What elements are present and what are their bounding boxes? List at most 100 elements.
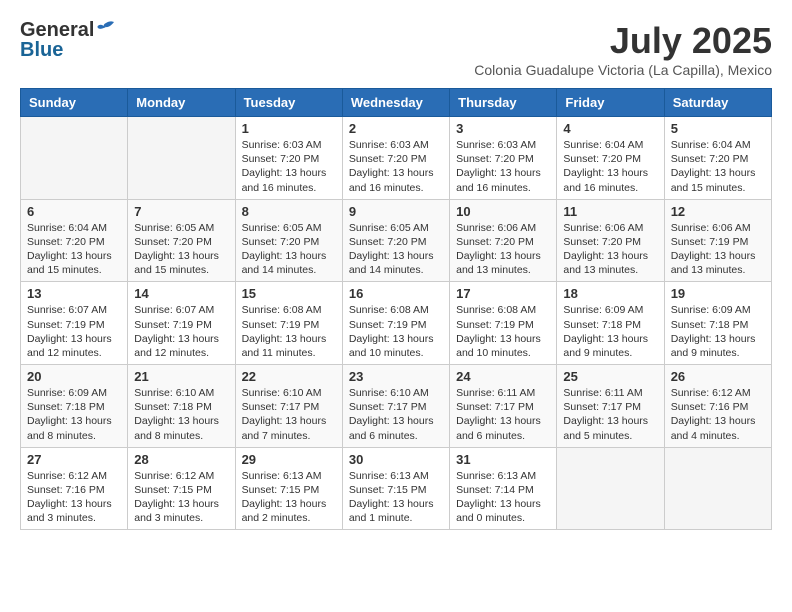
weekday-header: Sunday [21,89,128,117]
calendar-day-cell [21,117,128,200]
day-info: Sunrise: 6:05 AM Sunset: 7:20 PM Dayligh… [134,221,228,278]
calendar-day-cell: 17 Sunrise: 6:08 AM Sunset: 7:19 PM Dayli… [450,282,557,365]
day-info: Sunrise: 6:07 AM Sunset: 7:19 PM Dayligh… [27,303,121,360]
calendar-day-cell: 19 Sunrise: 6:09 AM Sunset: 7:18 PM Dayli… [664,282,771,365]
day-info: Sunrise: 6:11 AM Sunset: 7:17 PM Dayligh… [456,386,550,443]
day-number: 30 [349,452,443,467]
day-info: Sunrise: 6:10 AM Sunset: 7:18 PM Dayligh… [134,386,228,443]
day-info: Sunrise: 6:03 AM Sunset: 7:20 PM Dayligh… [242,138,336,195]
day-info: Sunrise: 6:09 AM Sunset: 7:18 PM Dayligh… [671,303,765,360]
calendar-week-row: 20Sunrise: 6:09 AM Sunset: 7:18 PM Dayli… [21,365,772,448]
calendar-day-cell: 24 Sunrise: 6:11 AM Sunset: 7:17 PM Dayli… [450,365,557,448]
weekday-header: Monday [128,89,235,117]
location-title: Colonia Guadalupe Victoria (La Capilla),… [474,62,772,78]
day-info: Sunrise: 6:05 AM Sunset: 7:20 PM Dayligh… [242,221,336,278]
weekday-header: Tuesday [235,89,342,117]
day-number: 6 [27,204,121,219]
day-info: Sunrise: 6:09 AM Sunset: 7:18 PM Dayligh… [27,386,121,443]
calendar-day-cell: 3Sunrise: 6:03 AM Sunset: 7:20 PM Daylig… [450,117,557,200]
day-number: 1 [242,121,336,136]
day-number: 17 [456,286,550,301]
calendar-week-row: 6Sunrise: 6:04 AM Sunset: 7:20 PM Daylig… [21,199,772,282]
calendar-day-cell: 25Sunrise: 6:11 AM Sunset: 7:17 PM Dayli… [557,365,664,448]
day-info: Sunrise: 6:06 AM Sunset: 7:20 PM Dayligh… [563,221,657,278]
day-info: Sunrise: 6:03 AM Sunset: 7:20 PM Dayligh… [456,138,550,195]
day-number: 18 [563,286,657,301]
calendar-week-row: 13 Sunrise: 6:07 AM Sunset: 7:19 PM Dayli… [21,282,772,365]
logo: General Blue [20,20,118,60]
calendar-day-cell: 26Sunrise: 6:12 AM Sunset: 7:16 PM Dayli… [664,365,771,448]
weekday-header: Saturday [664,89,771,117]
logo-text: General Blue [20,20,118,60]
day-info: Sunrise: 6:04 AM Sunset: 7:20 PM Dayligh… [671,138,765,195]
calendar-day-cell: 28 Sunrise: 6:12 AM Sunset: 7:15 PM Dayli… [128,447,235,530]
calendar-day-cell: 23 Sunrise: 6:10 AM Sunset: 7:17 PM Dayli… [342,365,449,448]
day-info: Sunrise: 6:06 AM Sunset: 7:20 PM Dayligh… [456,221,550,278]
day-info: Sunrise: 6:08 AM Sunset: 7:19 PM Dayligh… [349,303,443,360]
calendar-day-cell: 4 Sunrise: 6:04 AM Sunset: 7:20 PM Daylig… [557,117,664,200]
day-number: 26 [671,369,765,384]
calendar-day-cell: 22 Sunrise: 6:10 AM Sunset: 7:17 PM Dayli… [235,365,342,448]
day-number: 23 [349,369,443,384]
day-number: 29 [242,452,336,467]
day-number: 4 [563,121,657,136]
calendar-day-cell: 20Sunrise: 6:09 AM Sunset: 7:18 PM Dayli… [21,365,128,448]
day-info: Sunrise: 6:10 AM Sunset: 7:17 PM Dayligh… [242,386,336,443]
calendar-day-cell [557,447,664,530]
calendar-day-cell: 13 Sunrise: 6:07 AM Sunset: 7:19 PM Dayli… [21,282,128,365]
day-number: 21 [134,369,228,384]
day-number: 8 [242,204,336,219]
day-info: Sunrise: 6:12 AM Sunset: 7:15 PM Dayligh… [134,469,228,526]
page-header: General Blue July 2025 Colonia Guadalupe… [20,20,772,78]
day-number: 22 [242,369,336,384]
day-info: Sunrise: 6:11 AM Sunset: 7:17 PM Dayligh… [563,386,657,443]
calendar-day-cell: 29 Sunrise: 6:13 AM Sunset: 7:15 PM Dayli… [235,447,342,530]
day-info: Sunrise: 6:09 AM Sunset: 7:18 PM Dayligh… [563,303,657,360]
day-info: Sunrise: 6:03 AM Sunset: 7:20 PM Dayligh… [349,138,443,195]
day-number: 16 [349,286,443,301]
calendar-day-cell: 10 Sunrise: 6:06 AM Sunset: 7:20 PM Dayli… [450,199,557,282]
calendar-day-cell: 2 Sunrise: 6:03 AM Sunset: 7:20 PM Daylig… [342,117,449,200]
day-number: 2 [349,121,443,136]
logo-general: General [20,20,94,40]
calendar-day-cell: 15Sunrise: 6:08 AM Sunset: 7:19 PM Dayli… [235,282,342,365]
day-info: Sunrise: 6:08 AM Sunset: 7:19 PM Dayligh… [242,303,336,360]
day-number: 12 [671,204,765,219]
calendar-day-cell: 6Sunrise: 6:04 AM Sunset: 7:20 PM Daylig… [21,199,128,282]
day-info: Sunrise: 6:04 AM Sunset: 7:20 PM Dayligh… [563,138,657,195]
calendar-day-cell: 30 Sunrise: 6:13 AM Sunset: 7:15 PM Dayli… [342,447,449,530]
title-area: July 2025 Colonia Guadalupe Victoria (La… [474,20,772,78]
day-number: 24 [456,369,550,384]
calendar-week-row: 1 Sunrise: 6:03 AM Sunset: 7:20 PM Daylig… [21,117,772,200]
calendar-day-cell: 31Sunrise: 6:13 AM Sunset: 7:14 PM Dayli… [450,447,557,530]
weekday-header: Friday [557,89,664,117]
logo-blue: Blue [20,40,118,60]
day-info: Sunrise: 6:05 AM Sunset: 7:20 PM Dayligh… [349,221,443,278]
calendar-day-cell: 27Sunrise: 6:12 AM Sunset: 7:16 PM Dayli… [21,447,128,530]
day-info: Sunrise: 6:08 AM Sunset: 7:19 PM Dayligh… [456,303,550,360]
day-info: Sunrise: 6:13 AM Sunset: 7:15 PM Dayligh… [242,469,336,526]
day-number: 10 [456,204,550,219]
day-number: 27 [27,452,121,467]
calendar-day-cell: 7Sunrise: 6:05 AM Sunset: 7:20 PM Daylig… [128,199,235,282]
day-number: 19 [671,286,765,301]
calendar-day-cell: 16 Sunrise: 6:08 AM Sunset: 7:19 PM Dayli… [342,282,449,365]
day-info: Sunrise: 6:07 AM Sunset: 7:19 PM Dayligh… [134,303,228,360]
day-number: 28 [134,452,228,467]
weekday-header: Thursday [450,89,557,117]
calendar-day-cell: 18 Sunrise: 6:09 AM Sunset: 7:18 PM Dayli… [557,282,664,365]
day-info: Sunrise: 6:10 AM Sunset: 7:17 PM Dayligh… [349,386,443,443]
day-number: 13 [27,286,121,301]
weekday-header: Wednesday [342,89,449,117]
calendar-day-cell: 14 Sunrise: 6:07 AM Sunset: 7:19 PM Dayli… [128,282,235,365]
logo-general-label: General [20,20,118,40]
calendar-day-cell [128,117,235,200]
logo-bird-icon [96,20,118,38]
calendar-day-cell: 11 Sunrise: 6:06 AM Sunset: 7:20 PM Dayli… [557,199,664,282]
day-number: 11 [563,204,657,219]
calendar-day-cell [664,447,771,530]
day-number: 14 [134,286,228,301]
day-info: Sunrise: 6:06 AM Sunset: 7:19 PM Dayligh… [671,221,765,278]
calendar-week-row: 27Sunrise: 6:12 AM Sunset: 7:16 PM Dayli… [21,447,772,530]
day-info: Sunrise: 6:13 AM Sunset: 7:15 PM Dayligh… [349,469,443,526]
